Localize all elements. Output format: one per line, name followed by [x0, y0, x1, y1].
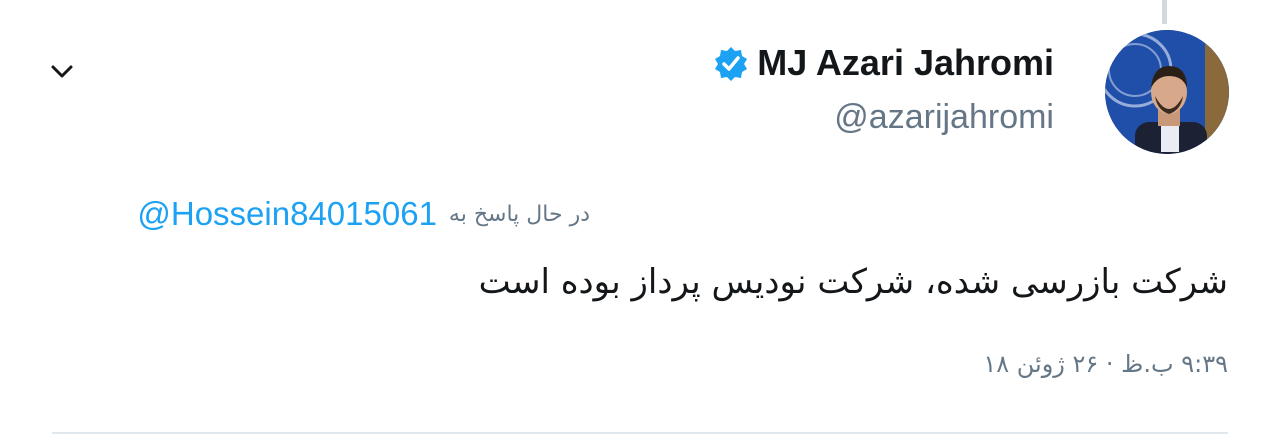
chevron-down-icon: [51, 65, 73, 78]
divider: [52, 432, 1228, 434]
author-display-name[interactable]: MJ Azari Jahromi: [757, 42, 1054, 84]
thread-connector-line: [1162, 0, 1167, 24]
profile-avatar-image: [1105, 30, 1229, 154]
reply-to-handle-link[interactable]: @Hossein84015061: [137, 195, 437, 233]
reply-prefix-label: در حال پاسخ به: [448, 201, 590, 227]
author-name-row[interactable]: MJ Azari Jahromi: [713, 40, 1054, 86]
avatar[interactable]: [1105, 30, 1229, 154]
tweet-body-text: شرکت بازرسی شده، شرکت نودیس پرداز بوده ا…: [478, 262, 1228, 302]
tweet-timestamp[interactable]: ۹:۳۹ ب.ظ · ۲۶ ژوئن ۱۸: [983, 350, 1228, 378]
verified-badge-icon: [713, 45, 749, 81]
reply-context: در حال پاسخ به @Hossein84015061: [137, 192, 590, 236]
tweet-menu-button[interactable]: [44, 54, 80, 90]
author-handle[interactable]: @azarijahromi: [834, 98, 1054, 137]
